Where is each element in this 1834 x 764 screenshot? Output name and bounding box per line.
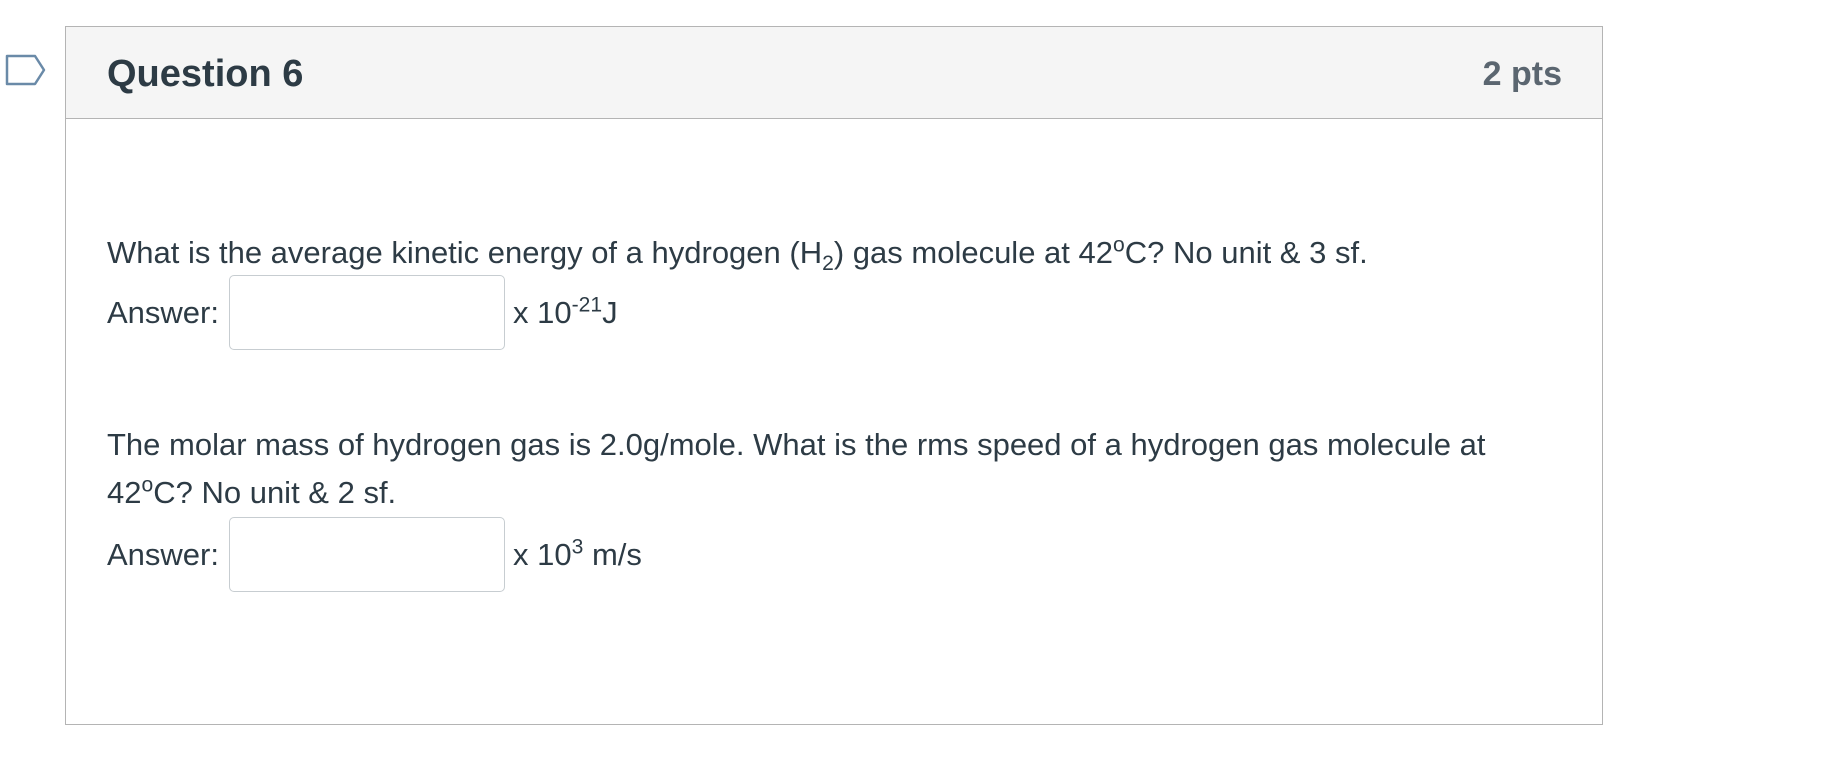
answer-unit-1: x 10-21J (513, 289, 618, 337)
answer-label-1: Answer: (107, 294, 219, 330)
question-header: Question 6 2 pts (66, 27, 1602, 119)
unit-1-prefix: x 10 (512, 294, 572, 330)
unit-1-suffix: J (602, 294, 618, 330)
answer-row-2: Answer: x 103 m/s (107, 517, 642, 592)
question-points: 2 pts (1482, 55, 1562, 93)
answer-input-1[interactable] (228, 275, 505, 350)
question-title: Question 6 (107, 53, 304, 95)
answer-unit-2: x 103 m/s (513, 531, 642, 579)
prompt-1-subscript: 2 (822, 252, 834, 276)
question-card: Question 6 2 pts What is the average kin… (65, 26, 1603, 725)
prompt-1-text-c: C? No unit & 3 sf. (1124, 235, 1368, 270)
answer-input-2[interactable] (228, 517, 505, 592)
answer-label-2: Answer: (107, 536, 219, 572)
prompt-1-degree: o (1113, 233, 1125, 257)
unit-2-suffix: m/s (583, 536, 642, 572)
prompt-2-text-b: C? No unit & 2 sf. (153, 475, 397, 510)
question-prompt-2: The molar mass of hydrogen gas is 2.0g/m… (107, 421, 1557, 517)
answer-row-1: Answer: x 10-21J (107, 275, 618, 350)
flag-question-icon[interactable] (5, 54, 47, 86)
unit-2-exponent: 3 (571, 535, 584, 559)
prompt-1-text-b: ) gas molecule at 42 (833, 235, 1113, 270)
question-prompt-1: What is the average kinetic energy of a … (107, 229, 1368, 277)
unit-1-exponent: -21 (571, 293, 603, 317)
prompt-1-text-a: What is the average kinetic energy of a … (107, 235, 823, 270)
unit-2-prefix: x 10 (512, 536, 572, 572)
prompt-2-degree: o (141, 473, 154, 497)
